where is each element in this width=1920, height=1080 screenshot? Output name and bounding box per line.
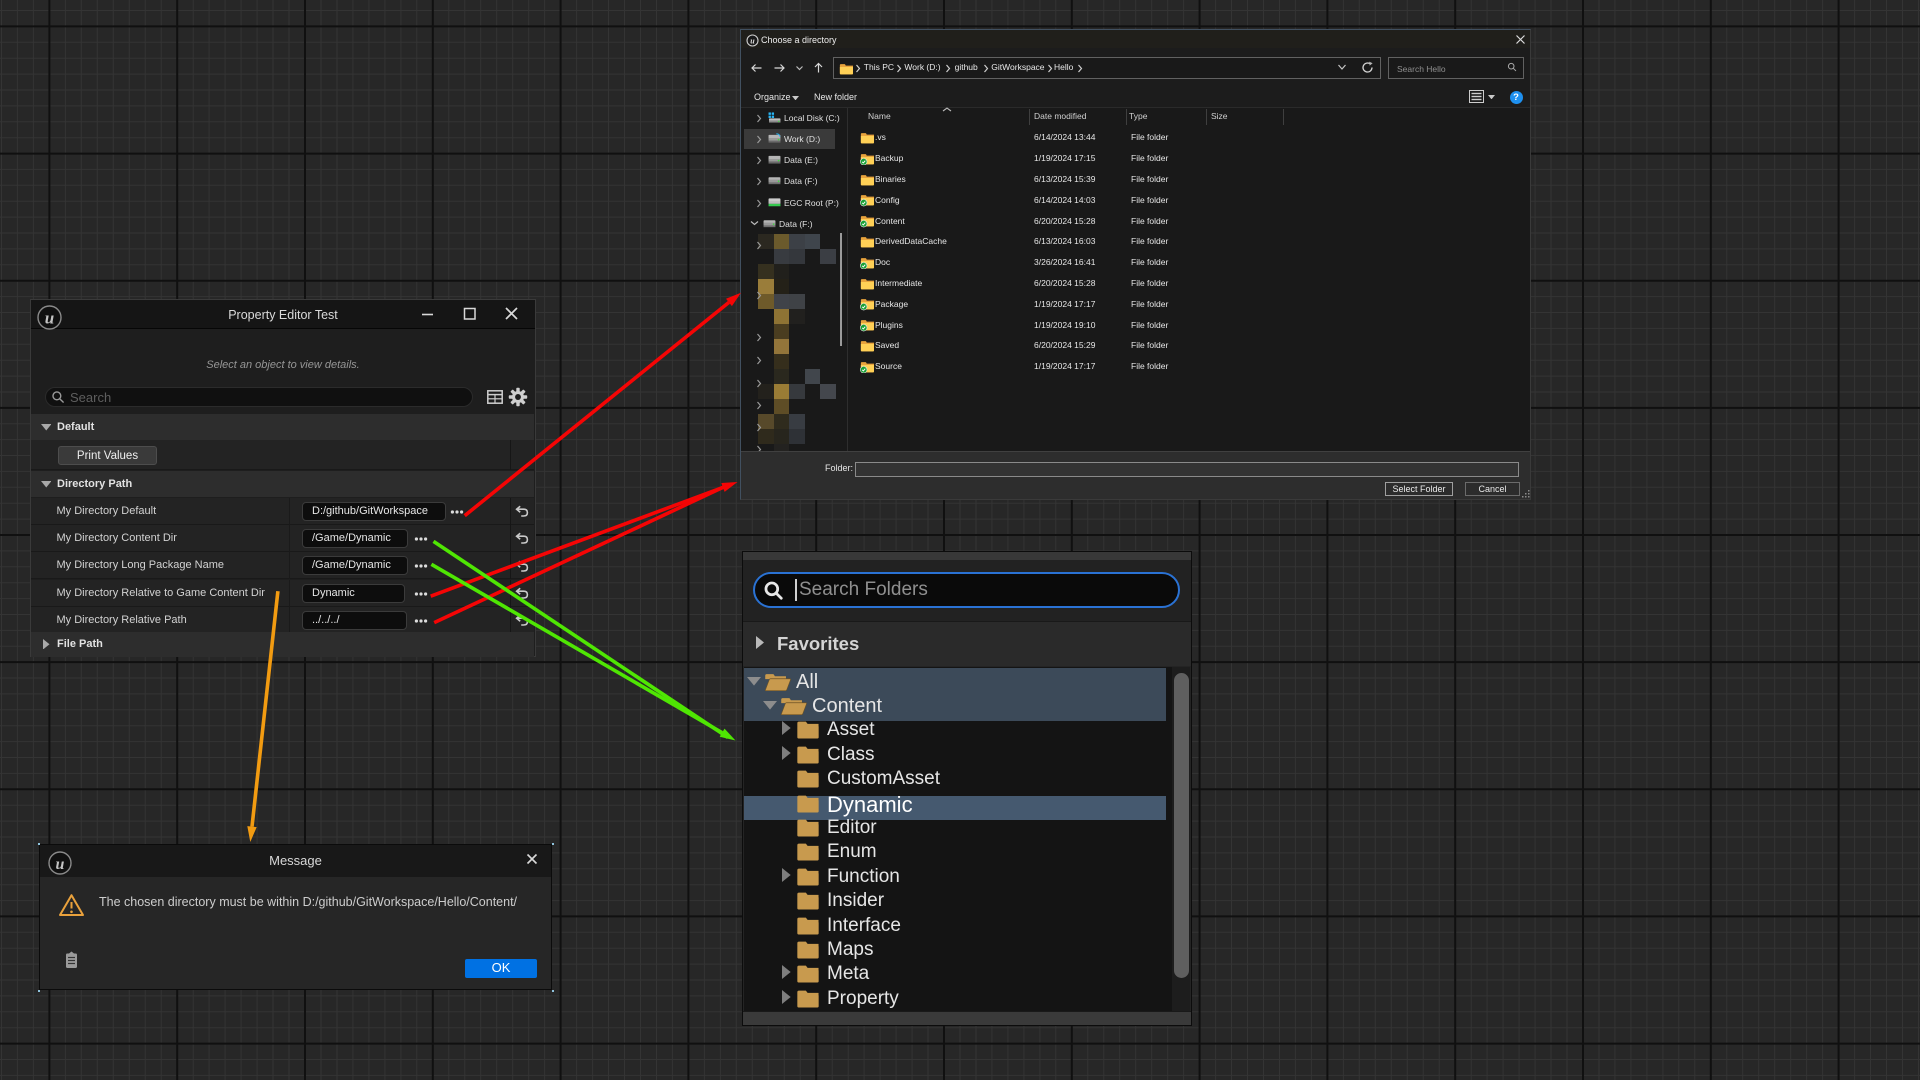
svg-text:u: u [750, 36, 755, 45]
